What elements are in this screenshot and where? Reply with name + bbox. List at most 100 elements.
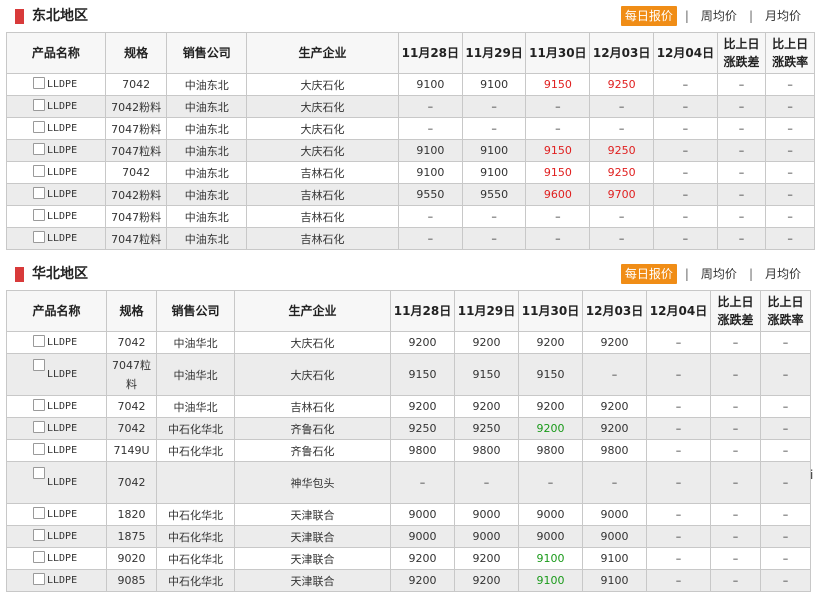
row-checkbox[interactable] xyxy=(33,467,45,479)
col-date-2: 11月29日 xyxy=(461,32,527,74)
col-producer: 生产企业 xyxy=(246,32,399,74)
row-checkbox[interactable] xyxy=(33,421,45,433)
row-checkbox[interactable] xyxy=(33,165,45,177)
row-checkbox[interactable] xyxy=(33,443,45,455)
tab-daily[interactable]: 每日报价 xyxy=(620,264,677,284)
cell-d3: 9150 xyxy=(525,73,591,96)
section-title: 华北地区 xyxy=(32,266,88,282)
tab-monthly[interactable]: 月均价 xyxy=(761,6,805,26)
cell-producer: 吉林石化 xyxy=(246,161,399,184)
row-checkbox[interactable] xyxy=(33,399,45,411)
cell-d3: 9150 xyxy=(518,353,583,396)
row-checkbox[interactable] xyxy=(33,99,45,111)
row-checkbox[interactable] xyxy=(33,231,45,243)
cell-d5: – xyxy=(653,161,718,184)
cell-d3: 9150 xyxy=(525,139,591,162)
cell-seller: 中油东北 xyxy=(166,205,248,228)
cell-rate: – xyxy=(765,161,815,184)
cell-d4: – xyxy=(589,117,655,140)
cell-d4: – xyxy=(582,461,647,504)
cell-d1: 9200 xyxy=(390,547,455,570)
cell-d5: – xyxy=(653,117,718,140)
cell-d1: 9100 xyxy=(397,139,463,162)
cell-diff: – xyxy=(716,73,767,96)
cell-seller: 中油东北 xyxy=(166,183,248,206)
table-row: LLDPE 9085 中石化华北 天津联合 9200 9200 9100 9100– – – xyxy=(6,569,811,592)
row-checkbox[interactable] xyxy=(33,143,45,155)
cell-seller: 中石化华北 xyxy=(156,417,235,440)
cell-d4: 9250 xyxy=(589,73,655,96)
row-checkbox[interactable] xyxy=(33,359,45,371)
col-rate: 比上日 涨跌率 xyxy=(760,290,811,332)
tab-monthly[interactable]: 月均价 xyxy=(761,264,805,284)
cell-producer: 大庆石化 xyxy=(234,353,391,396)
cell-d1: 9200 xyxy=(390,569,455,592)
row-checkbox[interactable] xyxy=(33,529,45,541)
col-date-5: 12月04日 xyxy=(653,32,718,74)
tab-daily[interactable]: 每日报价 xyxy=(620,6,677,26)
col-date-2: 11月29日 xyxy=(454,290,519,332)
cell-d3: 9100 xyxy=(518,569,583,592)
cell-d5: – xyxy=(646,439,711,462)
product-name-cell: LLDPE xyxy=(6,547,107,570)
cell-diff: – xyxy=(710,503,761,526)
col-product-name: 产品名称 xyxy=(6,32,106,74)
cell-spec: 7047粉料 xyxy=(104,205,168,228)
col-date-1: 11月28日 xyxy=(390,290,455,332)
cell-d4: 9200 xyxy=(582,417,647,440)
table-header-row: 产品名称 规格 销售公司 生产企业 11月28日 11月29日 11月30日 1… xyxy=(6,290,811,332)
col-product-name: 产品名称 xyxy=(6,290,107,332)
cell-d3: 9150 xyxy=(525,161,591,184)
row-checkbox[interactable] xyxy=(33,551,45,563)
cell-spec: 7047粒料 xyxy=(106,353,157,396)
cell-d4: 9800 xyxy=(582,439,647,462)
cell-d2: 9250 xyxy=(454,417,519,440)
cell-rate: – xyxy=(760,461,811,504)
cell-producer: 吉林石化 xyxy=(246,205,399,228)
cell-seller xyxy=(156,461,235,504)
cell-spec: 9020 xyxy=(106,547,157,570)
cell-diff: – xyxy=(716,161,767,184)
cell-d3: – xyxy=(525,95,591,118)
table-row: LLDPE 1875 中石化华北 天津联合 9000 9000 9000 9000– – – xyxy=(6,525,811,548)
cell-d3: 9600 xyxy=(525,183,591,206)
col-date-3: 11月30日 xyxy=(518,290,583,332)
row-checkbox[interactable] xyxy=(33,121,45,133)
cell-seller: 中油东北 xyxy=(166,117,248,140)
row-checkbox[interactable] xyxy=(33,187,45,199)
cell-spec: 9085 xyxy=(106,569,157,592)
cell-d1: 9100 xyxy=(397,73,463,96)
northeast-price-table: 产品名称 规格 销售公司 生产企业 11月28日 11月29日 11月30日 1… xyxy=(6,32,815,250)
cell-seller: 中油东北 xyxy=(166,227,248,250)
row-checkbox[interactable] xyxy=(33,209,45,221)
cell-rate: – xyxy=(760,395,811,418)
cell-producer: 天津联合 xyxy=(234,569,391,592)
cell-producer: 天津联合 xyxy=(234,525,391,548)
north-tabs: 每日报价 | 周均价 | 月均价 xyxy=(620,263,805,285)
cell-spec: 7042 xyxy=(106,417,157,440)
table-row: LLDPE 7047粉料 中油东北 吉林石化 – – – – – – – xyxy=(6,205,815,228)
cell-d2: – xyxy=(461,95,527,118)
row-checkbox[interactable] xyxy=(33,335,45,347)
tab-weekly[interactable]: 周均价 xyxy=(697,264,741,284)
row-checkbox[interactable] xyxy=(33,573,45,585)
cell-spec: 7047粉料 xyxy=(104,117,168,140)
product-name-cell: LLDPE xyxy=(6,95,106,118)
cell-d1: 9800 xyxy=(390,439,455,462)
cell-d2: 9100 xyxy=(461,73,527,96)
cell-rate: – xyxy=(760,525,811,548)
product-name-cell: LLDPE xyxy=(6,503,107,526)
tab-weekly[interactable]: 周均价 xyxy=(697,6,741,26)
cell-d1: – xyxy=(397,227,463,250)
cell-seller: 中油东北 xyxy=(166,161,248,184)
row-checkbox[interactable] xyxy=(33,77,45,89)
row-checkbox[interactable] xyxy=(33,507,45,519)
cell-d1: 9100 xyxy=(397,161,463,184)
col-date-1: 11月28日 xyxy=(397,32,463,74)
cell-seller: 中石化华北 xyxy=(156,439,235,462)
cell-d3: – xyxy=(525,205,591,228)
cell-producer: 大庆石化 xyxy=(246,117,399,140)
cell-d2: 9200 xyxy=(454,395,519,418)
col-spec: 规格 xyxy=(106,290,157,332)
cell-d3: – xyxy=(518,461,583,504)
